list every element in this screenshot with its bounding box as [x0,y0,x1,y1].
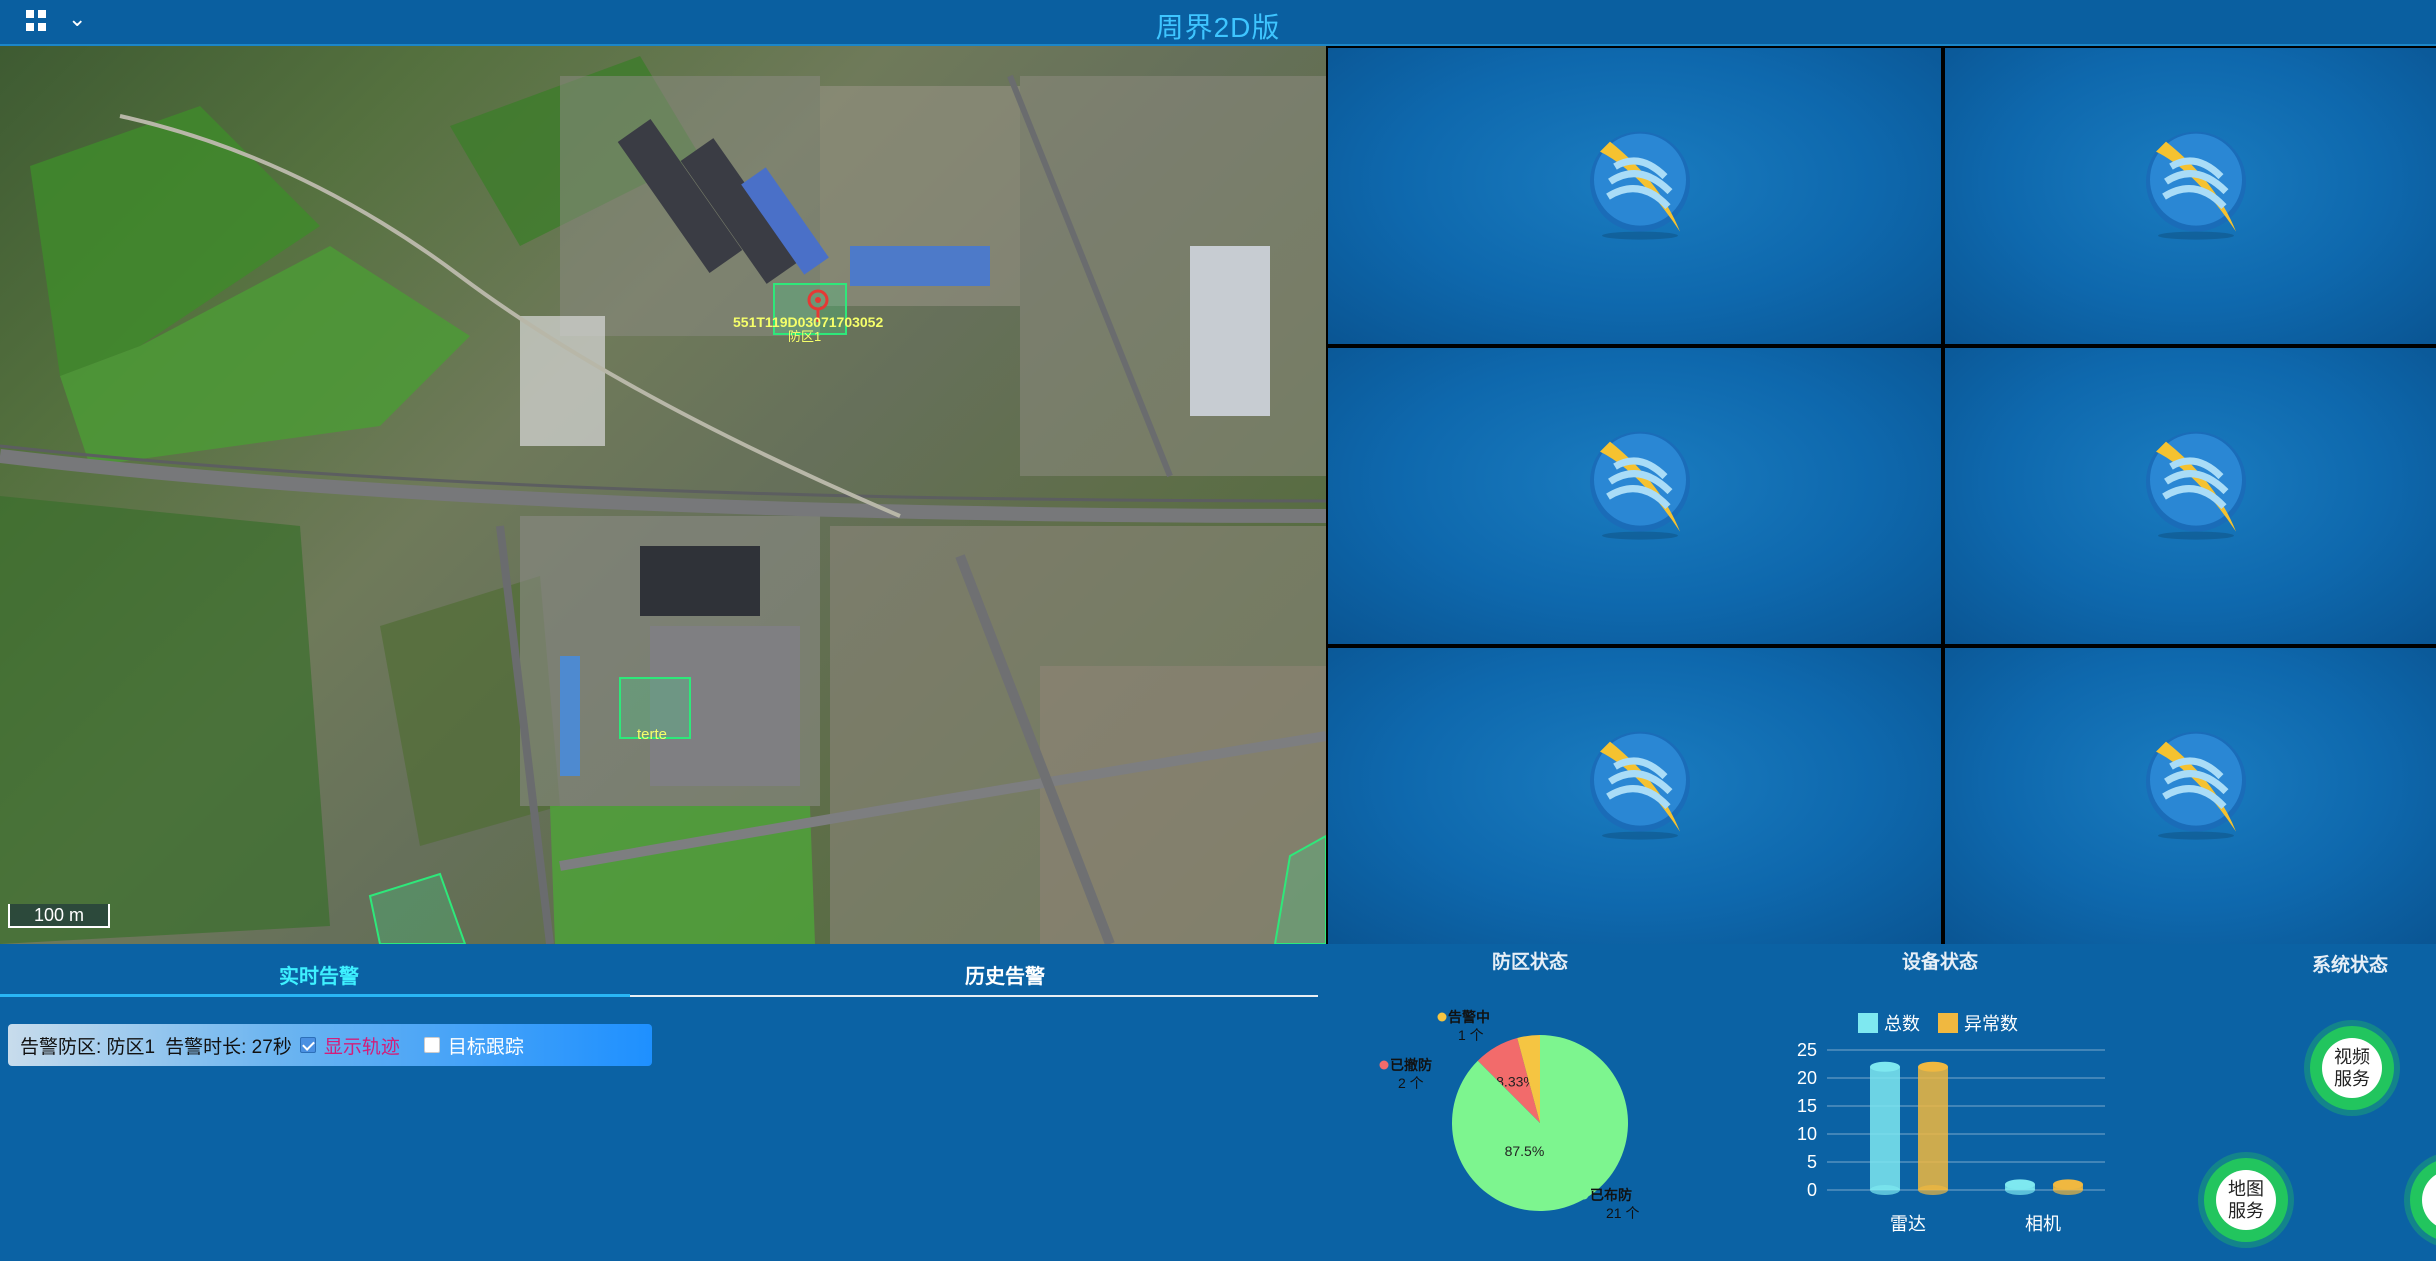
legend-dot [1379,1060,1389,1070]
video-cell-6[interactable] [1945,648,2436,944]
tab-history-alarm[interactable]: 历史告警 [965,960,1045,989]
alarm-zone: 告警防区: 防区1 [20,1036,156,1058]
bar-ytick-label: 15 [1797,1096,1817,1116]
pie-legend-name: 已撤防 [1390,1057,1432,1073]
header-bar: ⌄ 周界2D版 [0,0,2436,46]
zone1-label: 防区1 [788,329,822,344]
tab-divider [630,995,1318,997]
bar-ytick-label: 5 [1807,1152,1817,1172]
tab-realtime-alarm[interactable]: 实时告警 [279,960,359,989]
map-service-button[interactable]: 地图 服务 [2204,1158,2288,1242]
alarm-tabs: 实时告警 历史告警 [0,944,1318,997]
system-status-title: 系统状态 [2312,955,2389,976]
video-placeholder-logo-icon [2145,131,2246,240]
alarm-panel: 实时告警 历史告警 告警防区: 防区1 告警时长: 27秒 显示轨迹 目标跟踪 [0,944,1326,1261]
video-placeholder-logo-icon [2145,731,2246,840]
legend-dot [1579,1190,1589,1200]
system-service-button-partial[interactable] [2410,1158,2436,1242]
video-cell-4[interactable] [1945,348,2436,644]
target-track-label[interactable]: 目标跟踪 [448,1032,524,1059]
target-track-checkbox[interactable] [423,1037,440,1053]
video-cell-3[interactable] [1328,348,1941,644]
pie-legend-name: 告警中 [1448,1009,1490,1025]
show-track-checkbox[interactable] [299,1037,316,1053]
device-status-bar-chart: 总数 异常数 25 20 15 10 5 0 雷达 相机 [1797,1013,2105,1234]
pie-percent-label: 87.5% [1505,1143,1545,1159]
video-cell-1[interactable] [1328,48,1941,344]
show-track-label[interactable]: 显示轨迹 [324,1032,400,1059]
video-placeholder-logo-icon [1589,131,1690,240]
bar-legend-label: 异常数 [1964,1014,2018,1034]
map-imagery [0,56,1326,944]
satellite-map[interactable]: 551T119D03071703052 防区1 terte 100 m [0,46,1326,944]
pie-legend-count: 2 个 [1398,1075,1424,1091]
pie-legend-count: 21 个 [1606,1205,1639,1221]
bar-ytick-label: 20 [1797,1068,1817,1088]
video-placeholder-logo-icon [1589,431,1690,540]
video-cell-2[interactable] [1945,48,2436,344]
pie-slice [1452,1035,1628,1211]
bar-ytick-label: 10 [1797,1124,1817,1144]
system-service-partial-inner [2422,1170,2436,1230]
legend-dot [1437,1012,1447,1022]
bar-ytick-label: 25 [1797,1040,1817,1060]
video-service-label: 视频 服务 [2322,1038,2382,1098]
page-title: 周界2D版 [1155,12,1281,43]
map-service-label: 地图 服务 [2216,1170,2276,1230]
zone-status-title: 防区状态 [1492,952,1569,973]
video-placeholder-logo-icon [2145,431,2246,540]
bar-base [2005,1185,2035,1195]
bar-legend-swatch [1938,1013,1958,1033]
alarm-list-item[interactable]: 告警防区: 防区1 告警时长: 27秒 显示轨迹 目标跟踪 [8,1024,652,1066]
bar-base [1918,1185,1948,1195]
video-service-button[interactable]: 视频 服务 [2310,1026,2394,1110]
pie-legend-count: 1 个 [1458,1027,1484,1043]
device-status-title: 设备状态 [1902,952,1979,973]
bar-base [1870,1185,1900,1195]
active-tab-indicator [0,994,630,997]
bar-top [1870,1061,1900,1072]
bar-base [2053,1185,2083,1195]
bar-top [1918,1061,1948,1072]
map-scale-bar: 100 m [8,904,110,928]
bar [1918,1066,1948,1190]
zone-status-pie-chart: 8.33%87.5%告警中1 个已撤防2 个已布防21 个 [1379,1009,1639,1221]
bar-legend-label: 总数 [1884,1014,1920,1034]
alarm-duration: 告警时长: 27秒 [165,1036,292,1058]
bar-category-label: 雷达 [1890,1214,1926,1234]
video-cell-5[interactable] [1328,648,1941,944]
bar-category-label: 相机 [2025,1214,2061,1234]
bar-legend-swatch [1858,1013,1878,1033]
video-wall [1326,46,2436,944]
pie-legend-name: 已布防 [1590,1187,1632,1203]
bar [1870,1066,1900,1190]
bar-ytick-label: 0 [1807,1180,1817,1200]
zone2-label: terte [637,726,668,743]
video-placeholder-logo-icon [1589,731,1690,840]
